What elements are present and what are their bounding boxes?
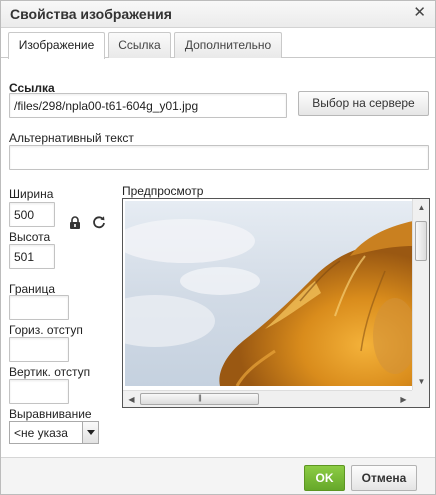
scroll-right-icon[interactable]: ▶ (396, 392, 411, 407)
vertical-scroll-thumb[interactable] (415, 221, 427, 261)
preview-box[interactable]: ▲ ▼ ◀ ||| ▶ (122, 198, 430, 408)
hspace-label: Гориз. отступ (9, 323, 83, 337)
ok-button[interactable]: OK (304, 465, 345, 491)
align-select-value: <не указа (14, 426, 68, 440)
scroll-up-icon[interactable]: ▲ (414, 200, 429, 215)
hspace-input[interactable] (9, 337, 69, 362)
border-input[interactable] (9, 295, 69, 320)
width-input[interactable] (9, 202, 55, 227)
align-label: Выравнивание (9, 407, 92, 421)
lion-mane-photo (125, 201, 413, 386)
horizontal-scroll-thumb[interactable]: ||| (140, 393, 259, 405)
lock-icon[interactable] (69, 216, 81, 232)
chevron-down-icon[interactable] (82, 422, 98, 443)
tab-link[interactable]: Ссылка (108, 32, 171, 58)
border-label: Граница (9, 282, 56, 296)
close-icon[interactable]: ✕ (413, 4, 426, 22)
align-select[interactable]: <не указа (9, 421, 99, 444)
url-input[interactable] (9, 93, 287, 118)
height-label: Высота (9, 230, 51, 244)
width-label: Ширина (9, 187, 54, 201)
vspace-input[interactable] (9, 379, 69, 404)
scrollbar-corner (412, 390, 429, 407)
dialog-footer: OK Отмена (1, 457, 435, 494)
scroll-down-icon[interactable]: ▼ (414, 374, 429, 389)
image-properties-dialog: Свойства изображения ✕ Изображение Ссылк… (0, 0, 436, 495)
cancel-button[interactable]: Отмена (351, 465, 417, 491)
vspace-label: Вертик. отступ (9, 365, 91, 379)
dialog-title: Свойства изображения (10, 6, 172, 22)
horizontal-scrollbar[interactable]: ◀ ||| ▶ (123, 390, 412, 407)
tab-advanced[interactable]: Дополнительно (174, 32, 282, 58)
tab-image[interactable]: Изображение (8, 32, 105, 59)
height-input[interactable] (9, 244, 55, 269)
preview-label: Предпросмотр (122, 184, 204, 198)
reset-size-icon[interactable] (92, 215, 106, 232)
vertical-scrollbar[interactable]: ▲ ▼ (412, 199, 429, 390)
scroll-left-icon[interactable]: ◀ (124, 392, 139, 407)
alt-text-label: Альтернативный текст (9, 131, 134, 145)
alt-text-input[interactable] (9, 145, 429, 170)
dialog-titlebar[interactable]: Свойства изображения ✕ (1, 1, 435, 28)
browse-server-button[interactable]: Выбор на сервере (298, 91, 429, 116)
tab-bar: Изображение Ссылка Дополнительно (1, 30, 435, 59)
